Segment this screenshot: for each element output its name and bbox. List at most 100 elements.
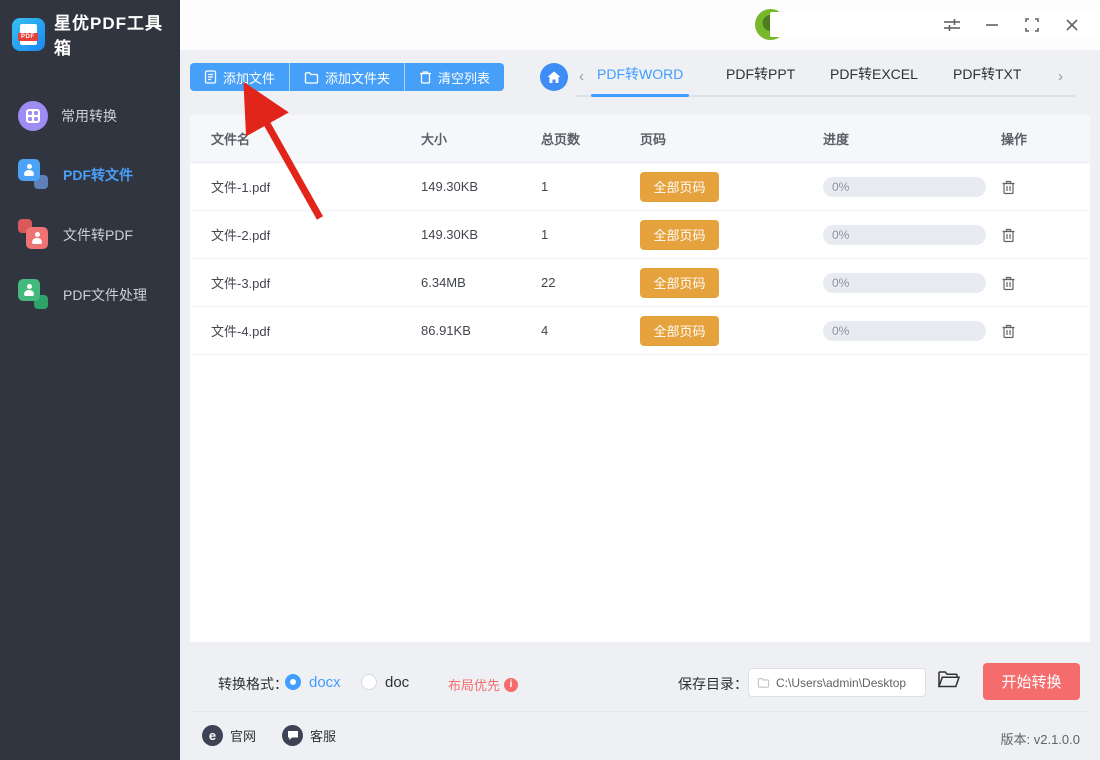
col-header-pagerange: 页码 xyxy=(640,132,667,147)
cell-size: 86.91KB xyxy=(421,323,471,338)
apps-grid-icon xyxy=(18,101,48,131)
page-range-button[interactable]: 全部页码 xyxy=(640,219,719,250)
official-site-label: 官网 xyxy=(230,729,257,744)
save-dir-label: 保存目录： xyxy=(678,676,748,692)
save-path-value: C:\Users\admin\Desktop xyxy=(776,675,907,690)
delete-row-button[interactable] xyxy=(1001,323,1090,339)
sidebar-item-file-to-pdf[interactable]: 文件转PDF xyxy=(0,205,180,265)
page-range-button[interactable]: 全部页码 xyxy=(640,171,719,202)
close-icon[interactable] xyxy=(1060,13,1084,37)
add-folder-label: 添加文件夹 xyxy=(325,70,391,86)
customer-support-label: 客服 xyxy=(310,729,337,744)
clear-list-button[interactable]: 清空列表 xyxy=(404,63,504,91)
cell-pages: 4 xyxy=(541,323,549,338)
folder-icon xyxy=(304,71,319,84)
file-table: 文件名 大小 总页数 页码 进度 操作 文件-1.pdf 149.30KB 1 … xyxy=(190,115,1090,642)
progress-bar: 0% xyxy=(823,224,986,245)
website-icon: e xyxy=(202,725,223,746)
radio-docx[interactable] xyxy=(285,674,301,690)
table-row: 文件-3.pdf 6.34MB 22 全部页码 0% xyxy=(190,259,1090,307)
home-icon xyxy=(547,71,561,83)
sidebar: 星优PDF工具箱 常用转换 PDF转文件 文件转PDF PDF文件处理 xyxy=(0,0,180,760)
folder-open-icon xyxy=(937,671,960,688)
cell-size: 6.34MB xyxy=(421,275,466,290)
trash-icon xyxy=(1002,324,1015,338)
file-to-pdf-icon xyxy=(18,219,50,251)
add-folder-button[interactable]: 添加文件夹 xyxy=(289,63,404,91)
trash-icon xyxy=(420,71,432,84)
layout-priority-label: 布局优先 xyxy=(448,678,501,693)
table-row: 文件-4.pdf 86.91KB 4 全部页码 0% xyxy=(190,307,1090,355)
radio-docx-label[interactable]: docx xyxy=(309,674,341,691)
file-icon xyxy=(204,70,217,84)
col-header-size: 大小 xyxy=(421,132,448,147)
cell-size: 149.30KB xyxy=(421,179,479,194)
pdf-process-icon xyxy=(18,279,50,311)
delete-row-button[interactable] xyxy=(1001,179,1090,195)
info-icon: i xyxy=(504,677,519,692)
customer-support-link[interactable]: 客服 xyxy=(282,725,336,746)
pdf-to-file-icon xyxy=(18,159,50,191)
radio-doc-label[interactable]: doc xyxy=(385,674,409,691)
home-button[interactable] xyxy=(540,63,568,91)
tab-pdf-to-txt[interactable]: PDF转TXT xyxy=(953,64,1021,84)
titlebar xyxy=(180,0,1100,50)
app-title: 星优PDF工具箱 xyxy=(54,14,163,58)
trash-icon xyxy=(1002,228,1015,242)
clear-list-label: 清空列表 xyxy=(438,70,491,86)
minimize-icon[interactable] xyxy=(980,13,1004,37)
col-header-progress: 进度 xyxy=(823,132,850,147)
col-header-filename: 文件名 xyxy=(211,132,251,147)
main-content: 添加文件 添加文件夹 清空列表 ‹ PDF转WORD PDF转PPT PDF转E… xyxy=(180,50,1100,760)
progress-bar: 0% xyxy=(823,320,986,341)
cell-filename: 文件-4.pdf xyxy=(211,324,271,339)
delete-row-button[interactable] xyxy=(1001,227,1090,243)
radio-doc[interactable] xyxy=(361,674,377,690)
sidebar-menu: 常用转换 PDF转文件 文件转PDF PDF文件处理 xyxy=(0,87,180,325)
settings-sliders-icon[interactable] xyxy=(940,13,964,37)
toolbar: 添加文件 添加文件夹 清空列表 xyxy=(190,63,505,91)
tab-pdf-to-ppt[interactable]: PDF转PPT xyxy=(726,64,795,84)
trash-icon xyxy=(1002,276,1015,290)
chat-bubble-icon xyxy=(282,725,303,746)
delete-row-button[interactable] xyxy=(1001,275,1090,291)
table-header-row: 文件名 大小 总页数 页码 进度 操作 xyxy=(190,115,1090,163)
tab-pdf-to-excel[interactable]: PDF转EXCEL xyxy=(830,64,918,84)
tabs-scroll-right-icon[interactable]: › xyxy=(1058,68,1063,85)
cell-pages: 22 xyxy=(541,275,556,290)
cell-filename: 文件-1.pdf xyxy=(211,180,271,195)
cell-size: 149.30KB xyxy=(421,227,479,242)
save-path-input[interactable]: C:\Users\admin\Desktop xyxy=(748,668,926,697)
col-header-actions: 操作 xyxy=(1001,132,1028,147)
app-header: 星优PDF工具箱 xyxy=(0,0,180,59)
footer: e 官网 客服 版本: v2.1.0.0 xyxy=(180,712,1100,760)
sidebar-item-label: PDF转文件 xyxy=(63,167,133,183)
maximize-icon[interactable] xyxy=(1020,13,1044,37)
tab-pdf-to-word[interactable]: PDF转WORD xyxy=(590,64,690,97)
sidebar-item-label: 常用转换 xyxy=(61,108,117,124)
folder-icon xyxy=(757,677,770,688)
official-site-link[interactable]: e 官网 xyxy=(202,725,256,746)
cell-filename: 文件-2.pdf xyxy=(211,228,271,243)
browse-folder-button[interactable] xyxy=(937,670,960,689)
table-row: 文件-1.pdf 149.30KB 1 全部页码 0% xyxy=(190,163,1090,211)
progress-bar: 0% xyxy=(823,176,986,197)
sidebar-item-common-convert[interactable]: 常用转换 xyxy=(0,87,180,145)
sidebar-item-pdf-process[interactable]: PDF文件处理 xyxy=(0,265,180,325)
progress-bar: 0% xyxy=(823,272,986,293)
sidebar-item-label: 文件转PDF xyxy=(63,227,133,243)
col-header-pages: 总页数 xyxy=(541,132,581,147)
page-range-button[interactable]: 全部页码 xyxy=(640,315,719,346)
conversion-controls: 转换格式： docx doc 布局优先 i 保存目录： C:\Users\adm… xyxy=(180,652,1100,711)
start-convert-button[interactable]: 开始转换 xyxy=(983,663,1080,700)
user-info-redacted-box xyxy=(770,12,1100,37)
cell-filename: 文件-3.pdf xyxy=(211,276,271,291)
version-text: 版本: v2.1.0.0 xyxy=(1000,732,1080,747)
sidebar-item-pdf-to-file[interactable]: PDF转文件 xyxy=(0,145,180,205)
app-logo-icon xyxy=(12,17,45,51)
table-row: 文件-2.pdf 149.30KB 1 全部页码 0% xyxy=(190,211,1090,259)
add-file-button[interactable]: 添加文件 xyxy=(190,63,289,91)
layout-priority-link[interactable]: 布局优先 i xyxy=(448,675,519,694)
page-range-button[interactable]: 全部页码 xyxy=(640,267,719,298)
tabs-scroll-left-icon[interactable]: ‹ xyxy=(579,68,584,85)
